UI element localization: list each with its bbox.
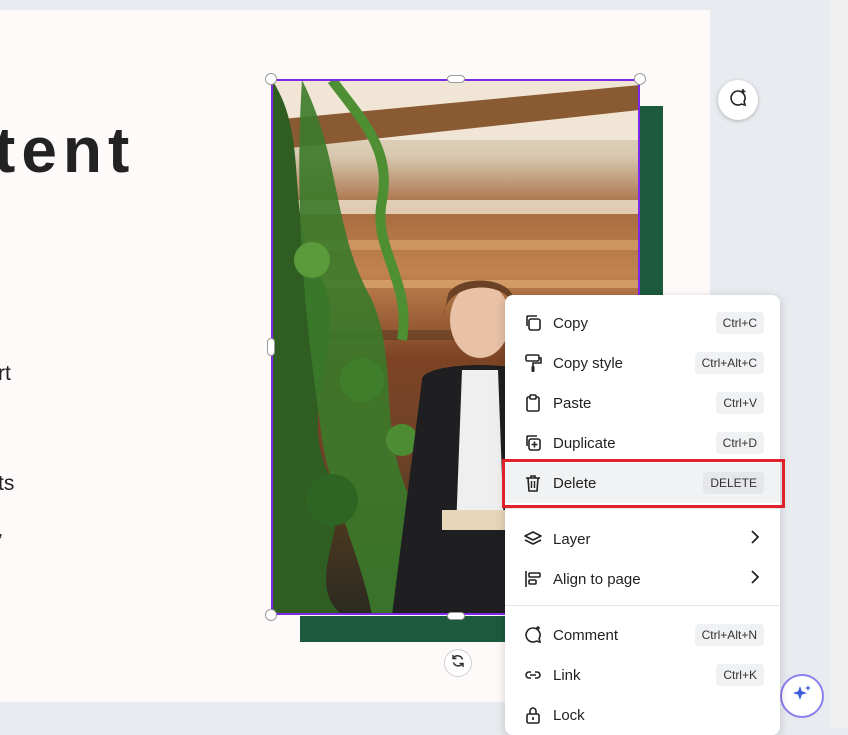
- menu-item-copy[interactable]: Copy Ctrl+C: [505, 303, 780, 343]
- clipboard-icon: [522, 392, 544, 414]
- chevron-right-icon: [750, 569, 760, 589]
- menu-item-align-to-page[interactable]: Align to page: [505, 559, 780, 599]
- green-frame-shape[interactable]: [640, 106, 663, 306]
- sparkle-icon: [791, 683, 813, 710]
- lock-icon: [522, 704, 544, 726]
- menu-item-duplicate[interactable]: Duplicate Ctrl+D: [505, 423, 780, 463]
- menu-item-label: Comment: [553, 626, 619, 644]
- shortcut-badge: Ctrl+V: [716, 392, 764, 414]
- copy-icon: [522, 312, 544, 334]
- shortcut-badge: Ctrl+Alt+C: [694, 352, 764, 374]
- shortcut-badge: Ctrl+K: [716, 664, 764, 686]
- rotate-icon: [450, 653, 466, 674]
- layers-icon: [522, 528, 544, 550]
- magic-assistant-button[interactable]: [780, 674, 824, 718]
- menu-item-delete[interactable]: Delete DELETE: [505, 463, 780, 503]
- menu-item-paste[interactable]: Paste Ctrl+V: [505, 383, 780, 423]
- menu-item-label: Layer: [553, 530, 591, 548]
- shortcut-badge: DELETE: [703, 472, 764, 494]
- menu-item-copy-style[interactable]: Copy style Ctrl+Alt+C: [505, 343, 780, 383]
- trash-icon: [522, 472, 544, 494]
- paint-roller-icon: [522, 352, 544, 374]
- menu-item-comment[interactable]: Comment Ctrl+Alt+N: [505, 615, 780, 655]
- shortcut-badge: Ctrl+C: [715, 312, 764, 334]
- menu-divider: [505, 508, 780, 509]
- menu-item-label: Copy style: [553, 354, 624, 372]
- resize-handle-top-left[interactable]: [265, 73, 277, 85]
- menu-item-label: Delete: [553, 474, 597, 492]
- menu-item-label: Lock: [553, 706, 585, 724]
- context-menu: Copy Ctrl+C Copy style Ctrl+Alt+C Paste …: [505, 295, 780, 735]
- shortcut-badge: Ctrl+D: [715, 432, 764, 454]
- resize-handle-top[interactable]: [447, 75, 465, 83]
- rotate-button[interactable]: [444, 649, 472, 677]
- body-text-fragment[interactable]: ,: [0, 520, 3, 541]
- duplicate-icon: [522, 432, 544, 454]
- resize-handle-bottom-left[interactable]: [265, 609, 277, 621]
- resize-handle-left[interactable]: [267, 338, 275, 356]
- menu-divider: [505, 605, 780, 606]
- menu-item-layer[interactable]: Layer: [505, 519, 780, 559]
- shortcut-badge: Ctrl+Alt+N: [694, 624, 764, 646]
- menu-item-link[interactable]: Link Ctrl+K: [505, 655, 780, 695]
- resize-handle-top-right[interactable]: [634, 73, 646, 85]
- link-icon: [522, 664, 544, 686]
- add-comment-button[interactable]: [718, 80, 758, 120]
- chevron-right-icon: [750, 529, 760, 549]
- menu-item-label: Align to page: [553, 570, 641, 588]
- menu-item-label: Duplicate: [553, 434, 616, 452]
- scrollbar-thumb[interactable]: [833, 710, 845, 720]
- body-text-fragment[interactable]: rt: [0, 362, 11, 386]
- align-icon: [522, 568, 544, 590]
- resize-handle-bottom[interactable]: [447, 612, 465, 620]
- menu-item-label: Copy: [553, 314, 589, 332]
- menu-item-label: Paste: [553, 394, 592, 412]
- vertical-scrollbar[interactable]: [830, 0, 848, 728]
- heading-text-fragment[interactable]: tent: [0, 118, 135, 182]
- comment-add-icon: [727, 87, 749, 114]
- green-frame-shape[interactable]: [300, 616, 510, 642]
- menu-item-lock[interactable]: Lock: [505, 695, 780, 735]
- comment-icon: [522, 624, 544, 646]
- menu-item-label: Link: [553, 666, 581, 684]
- body-text-fragment[interactable]: ts: [0, 472, 14, 496]
